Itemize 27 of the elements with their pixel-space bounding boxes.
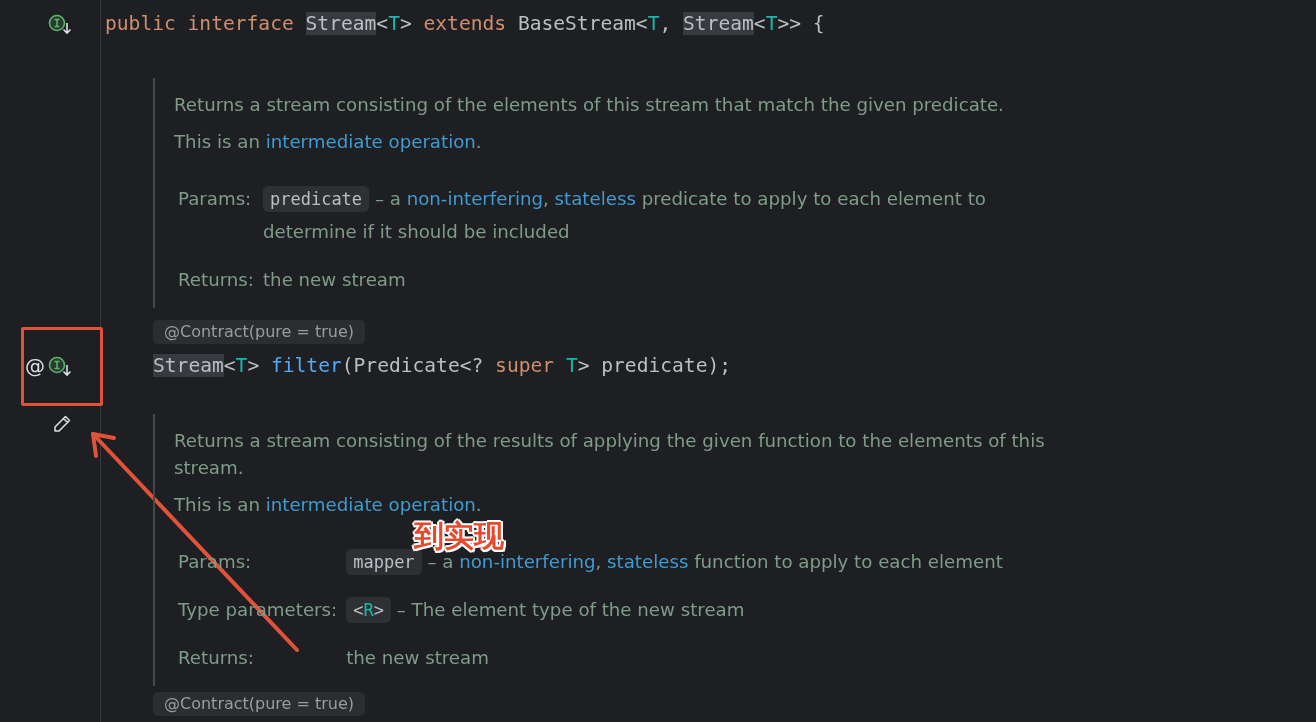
- doc-link[interactable]: non-interfering: [459, 551, 596, 572]
- code-line: Stream<T> filter(Predicate<? super T> predicate);: [153, 353, 732, 379]
- doc-link[interactable]: intermediate operation: [265, 494, 476, 515]
- doc-paragraph: This is an intermediate operation.: [174, 493, 483, 517]
- pencil-icon[interactable]: [52, 414, 72, 434]
- doc-description: predicate – a non-interfering, stateless predicate to apply to each element to determine if it should be included: [262, 185, 987, 244]
- annotation-hint: @Contract(pure = true): [153, 692, 366, 716]
- inline-code: <R>: [346, 597, 391, 623]
- doc-description: the new stream: [346, 646, 490, 670]
- doc-section-label: Returns:: [178, 646, 255, 670]
- implemented-icon[interactable]: [48, 13, 72, 35]
- doc-description: the new stream: [262, 268, 407, 292]
- doc-link[interactable]: intermediate operation: [265, 131, 476, 152]
- doc-link[interactable]: stateless: [607, 551, 689, 572]
- doc-section-label: Params:: [178, 187, 253, 211]
- doc-paragraph: Returns a stream consisting of the elements of this stream that match the given predicate.: [174, 93, 1005, 117]
- implemented-icon[interactable]: [48, 355, 72, 377]
- doc-section-label: Returns:: [178, 268, 254, 292]
- annotation-hint: @Contract(pure = true): [153, 320, 366, 344]
- inline-code: predicate: [262, 186, 370, 212]
- doc-link[interactable]: stateless: [554, 188, 636, 209]
- doc-paragraph: Returns a stream consisting of the results of applying the given function to the elements of this stream.: [174, 429, 1046, 480]
- doc-description: <R> – The element type of the new stream: [346, 593, 1070, 626]
- code-line: public interface Stream<T> extends BaseStream<T, Stream<T>> {: [105, 11, 825, 37]
- annotation-marker[interactable]: @: [25, 355, 45, 377]
- doc-link[interactable]: non-interfering: [406, 188, 543, 209]
- doc-paragraph: This is an intermediate operation.: [174, 130, 483, 154]
